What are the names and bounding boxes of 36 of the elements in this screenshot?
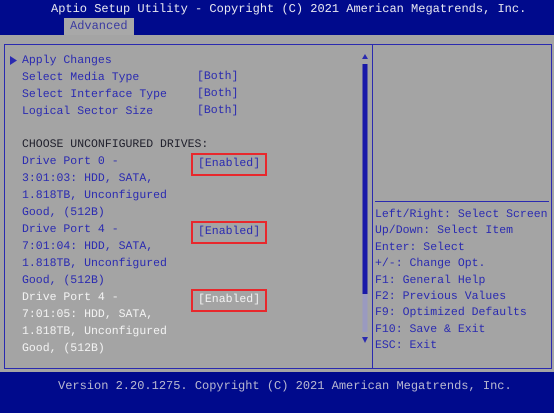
section-heading: CHOOSE UNCONFIGURED DRIVES: (22, 137, 210, 154)
help-text: ESC: Exit (375, 338, 438, 354)
drive-value[interactable]: [Enabled] (191, 221, 268, 244)
setting-label[interactable]: Select Interface Type (22, 86, 197, 103)
drive-label: 7:01:05: HDD, SATA, (22, 307, 154, 324)
setting-label[interactable]: Select Media Type (22, 69, 197, 86)
setting-value[interactable]: [Both] (197, 103, 238, 120)
help-text: F9: Optimized Defaults (375, 305, 528, 322)
menu-item[interactable]: Apply Changes (22, 52, 197, 69)
drive-label: Good, (512B) (22, 205, 106, 222)
drive-label: 3:01:03: HDD, SATA, (22, 171, 154, 188)
tab[interactable]: Advanced (64, 18, 134, 35)
help-text: F2: Previous Values (375, 289, 508, 306)
help-text: F10: Save & Exit (375, 322, 486, 338)
drive-label: Drive Port 4 - (22, 222, 120, 238)
drive-value[interactable]: [Enabled] (191, 153, 268, 176)
window-title: Aptio Setup Utility - Copyright (C) 2021 American Megatrends, Inc. (51, 1, 526, 18)
help-text: +/-: Change Opt. (375, 256, 486, 272)
drive-label: 1.818TB, Unconfigured (22, 256, 168, 272)
drive-value[interactable]: [Enabled] (191, 289, 268, 312)
arrow-icon (10, 56, 17, 65)
setting-value[interactable]: [Both] (197, 69, 238, 86)
help-text: Left/Right: Select Screen (375, 207, 549, 223)
drive-label: Drive Port 0 - (22, 154, 120, 170)
scrollbar[interactable] (361, 53, 369, 345)
drive-label: Drive Port 4 - (22, 290, 120, 306)
drive-label: 1.818TB, Unconfigured (22, 324, 168, 340)
help-text: Enter: Select (375, 240, 466, 256)
help-text: F1: General Help (375, 272, 486, 289)
drive-label: 1.818TB, Unconfigured (22, 188, 168, 204)
drive-label: 7:01:04: HDD, SATA, (22, 239, 154, 256)
setting-label[interactable]: Logical Sector Size (22, 103, 197, 120)
drive-label: Good, (512B) (22, 341, 106, 358)
setting-value[interactable]: [Both] (197, 86, 238, 102)
help-text: Up/Down: Select Item (375, 223, 514, 240)
drive-label: Good, (512B) (22, 273, 106, 290)
